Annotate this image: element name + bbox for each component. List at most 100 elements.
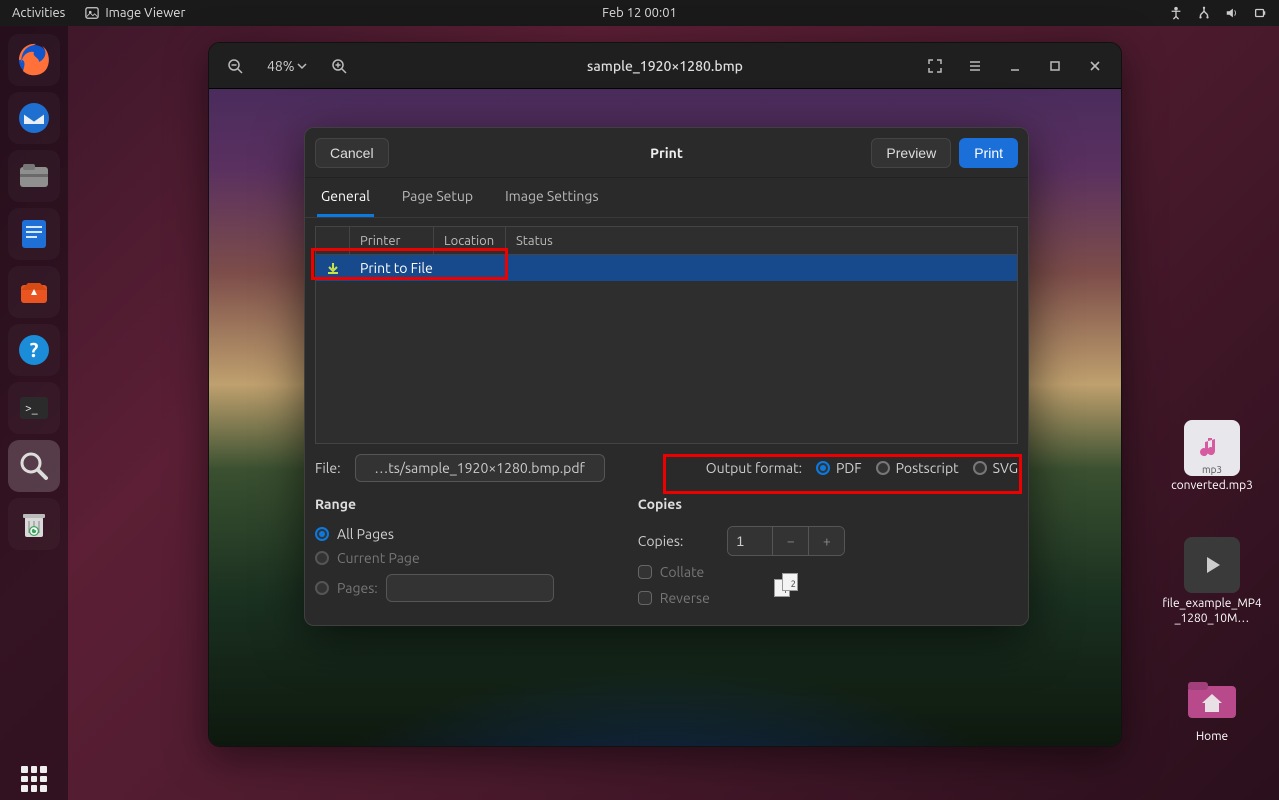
radio-icon: [816, 461, 830, 475]
activities-button[interactable]: Activities: [12, 6, 65, 20]
print-button[interactable]: Print: [959, 138, 1018, 168]
radio-icon: [973, 461, 987, 475]
collate-illustration-icon: 2 1: [774, 573, 802, 597]
desktop-file-label: converted.mp3: [1171, 479, 1253, 493]
zoom-out-button[interactable]: [217, 50, 253, 82]
home-folder-icon: [1184, 670, 1240, 726]
dialog-tabs: General Page Setup Image Settings: [305, 178, 1028, 218]
copies-title: Copies: [638, 496, 846, 512]
file-chooser-button[interactable]: …ts/sample_1920×1280.bmp.pdf: [355, 454, 605, 482]
fullscreen-button[interactable]: [917, 50, 953, 82]
column-status[interactable]: Status: [506, 227, 1017, 254]
desktop-file-mp4[interactable]: file_example_MP4_1280_10M…: [1162, 537, 1262, 626]
column-spacer: [316, 227, 350, 254]
dock-files[interactable]: [8, 150, 60, 202]
hamburger-menu-button[interactable]: [957, 50, 993, 82]
file-label: File:: [315, 460, 341, 476]
printer-table-header: Printer Location Status: [316, 227, 1017, 255]
minimize-button[interactable]: [997, 50, 1033, 82]
topbar-app-menu[interactable]: Image Viewer: [85, 6, 185, 20]
dock-show-apps[interactable]: [0, 766, 68, 792]
power-icon[interactable]: [1253, 6, 1267, 20]
dock-firefox[interactable]: [8, 34, 60, 86]
copies-spinner: − +: [727, 526, 845, 556]
volume-icon[interactable]: [1225, 6, 1239, 20]
output-pdf-radio[interactable]: PDF: [816, 460, 862, 476]
range-section: Range All Pages Current Page Pages:: [315, 496, 554, 606]
accessibility-icon[interactable]: [1169, 6, 1183, 20]
image-viewer-icon: [85, 6, 99, 20]
checkbox-label: Collate: [660, 564, 705, 580]
printer-table: Printer Location Status Print to File: [315, 226, 1018, 444]
radio-label: All Pages: [337, 526, 394, 542]
dock-thunderbird[interactable]: [8, 92, 60, 144]
column-printer[interactable]: Printer: [350, 227, 434, 254]
dock-trash[interactable]: [8, 498, 60, 550]
preview-button[interactable]: Preview: [871, 138, 951, 168]
dialog-header: Cancel Print Preview Print: [305, 128, 1028, 178]
reverse-checkbox[interactable]: Reverse: [638, 590, 710, 606]
copies-label: Copies:: [638, 533, 684, 549]
chevron-down-icon: [297, 61, 307, 71]
dock-image-viewer[interactable]: [8, 440, 60, 492]
checkbox-icon: [638, 591, 652, 605]
desktop-file-label: file_example_MP4_1280_10M…: [1162, 597, 1262, 626]
output-format-group: Output format: PDF Postscript SVG: [706, 460, 1018, 476]
maximize-button[interactable]: [1037, 50, 1073, 82]
column-location[interactable]: Location: [434, 227, 506, 254]
dock-software[interactable]: [8, 266, 60, 318]
network-icon[interactable]: [1197, 6, 1211, 20]
desktop-icons: mp3 converted.mp3 file_example_MP4_1280_…: [1157, 420, 1267, 745]
range-title: Range: [315, 496, 554, 512]
zoom-level-dropdown[interactable]: 48%: [257, 50, 317, 82]
copies-increment[interactable]: +: [808, 527, 844, 555]
output-svg-radio[interactable]: SVG: [973, 460, 1018, 476]
close-button[interactable]: [1077, 50, 1113, 82]
save-arrow-icon: [326, 261, 340, 275]
printer-name: Print to File: [350, 260, 1017, 276]
radio-icon: [315, 581, 329, 595]
pages-input[interactable]: [386, 574, 554, 602]
dialog-body: Printer Location Status Print to File Fi…: [305, 218, 1028, 625]
zoom-level-label: 48%: [267, 58, 295, 74]
checkbox-label: Reverse: [660, 590, 710, 606]
range-current-page[interactable]: Current Page: [315, 550, 554, 566]
desktop-home-folder[interactable]: Home: [1184, 670, 1240, 744]
cancel-button[interactable]: Cancel: [315, 138, 389, 168]
gnome-topbar: Activities Image Viewer Feb 12 00:01: [0, 0, 1279, 26]
tab-page-setup[interactable]: Page Setup: [398, 178, 477, 217]
radio-icon: [315, 551, 329, 565]
topbar-app-label: Image Viewer: [105, 6, 185, 20]
print-dialog: Cancel Print Preview Print General Page …: [304, 127, 1029, 626]
radio-icon: [876, 461, 890, 475]
radio-label: Postscript: [896, 460, 959, 476]
checkbox-icon: [638, 565, 652, 579]
radio-icon: [315, 527, 329, 541]
video-file-icon: [1184, 537, 1240, 593]
radio-label: Current Page: [337, 550, 420, 566]
zoom-in-button[interactable]: [321, 50, 357, 82]
printer-row-print-to-file[interactable]: Print to File: [316, 255, 1017, 281]
radio-label: PDF: [836, 460, 862, 476]
desktop-file-label: Home: [1196, 730, 1228, 744]
svg-text:?: ?: [30, 338, 39, 361]
copies-input[interactable]: [728, 527, 772, 555]
svg-text:>_: >_: [25, 402, 38, 415]
range-pages[interactable]: Pages:: [315, 574, 554, 602]
ubuntu-dock: ? >_: [0, 26, 68, 800]
radio-label: SVG: [993, 460, 1018, 476]
desktop-file-mp3[interactable]: mp3 converted.mp3: [1171, 420, 1253, 493]
copies-decrement[interactable]: −: [772, 527, 808, 555]
desktop-badge: mp3: [1198, 464, 1226, 475]
dock-terminal[interactable]: >_: [8, 382, 60, 434]
range-all-pages[interactable]: All Pages: [315, 526, 554, 542]
dock-writer[interactable]: [8, 208, 60, 260]
tab-image-settings[interactable]: Image Settings: [501, 178, 602, 217]
output-postscript-radio[interactable]: Postscript: [876, 460, 959, 476]
window-title: sample_1920×1280.bmp: [587, 58, 743, 74]
topbar-clock[interactable]: Feb 12 00:01: [602, 6, 677, 20]
radio-label: Pages:: [337, 580, 378, 596]
dock-help[interactable]: ?: [8, 324, 60, 376]
tab-general[interactable]: General: [317, 178, 374, 217]
collate-checkbox[interactable]: Collate: [638, 564, 710, 580]
